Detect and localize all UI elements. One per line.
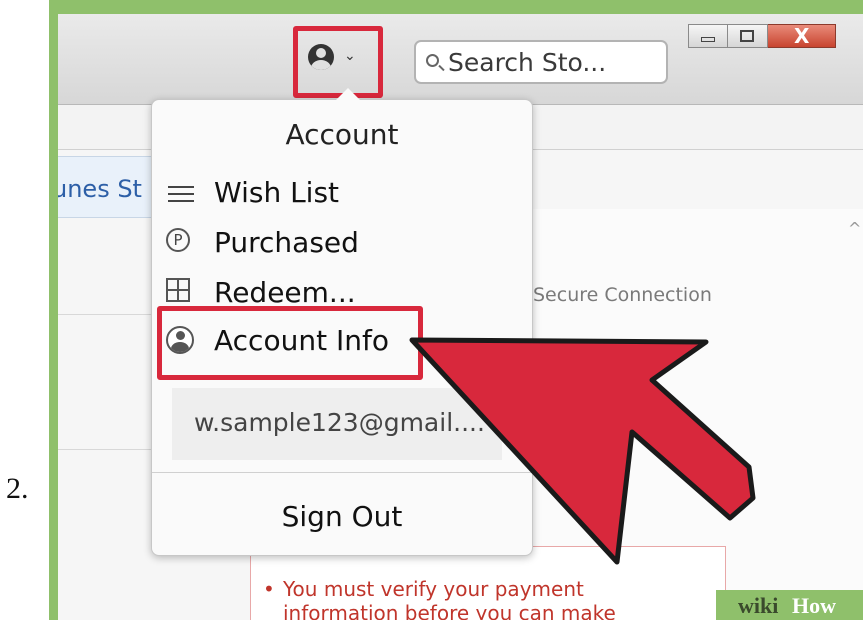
menu-item-label: Purchased	[214, 226, 359, 259]
menu-item-label: Redeem...	[214, 276, 356, 309]
account-info-highlight	[157, 306, 423, 380]
app-window: unes St Secure Connection ^ You must ver…	[58, 14, 863, 620]
sidebar-divider	[58, 314, 156, 315]
maximize-button[interactable]	[728, 24, 768, 48]
search-input[interactable]	[448, 48, 658, 76]
gift-icon	[166, 278, 190, 302]
store-tab-label: unes St	[58, 175, 142, 203]
warning-text: You must verify your payment information…	[263, 577, 643, 620]
menu-item-label: Wish List	[214, 176, 340, 209]
menu-divider	[152, 472, 532, 473]
purchased-icon: P	[166, 228, 190, 252]
search-box[interactable]	[414, 40, 668, 84]
watermark-wiki: wiki	[738, 593, 779, 618]
store-tab[interactable]: unes St	[58, 156, 155, 218]
minimize-button[interactable]	[688, 24, 728, 48]
list-icon	[168, 186, 194, 202]
payment-warning: You must verify your payment information…	[250, 546, 726, 620]
step-number: 2.	[6, 472, 29, 505]
close-button[interactable]: X	[768, 24, 836, 48]
search-icon	[426, 54, 439, 67]
window-controls: X	[688, 24, 836, 48]
wikihow-logo: wiki How	[716, 590, 863, 620]
sidebar-divider	[58, 449, 156, 450]
sign-out-button[interactable]: Sign Out	[152, 500, 532, 533]
scroll-up-icon[interactable]: ^	[848, 219, 861, 238]
account-email: w.sample123@gmail....	[172, 388, 502, 460]
account-menu-title: Account	[285, 118, 399, 151]
menu-item-purchased[interactable]: P Purchased	[164, 226, 464, 266]
secure-connection-label: Secure Connection	[533, 284, 712, 306]
close-icon: X	[794, 24, 810, 48]
menu-item-wish-list[interactable]: Wish List	[164, 176, 464, 216]
email-label: w.sample123@gmail....	[194, 408, 485, 437]
watermark-how: How	[792, 593, 836, 618]
